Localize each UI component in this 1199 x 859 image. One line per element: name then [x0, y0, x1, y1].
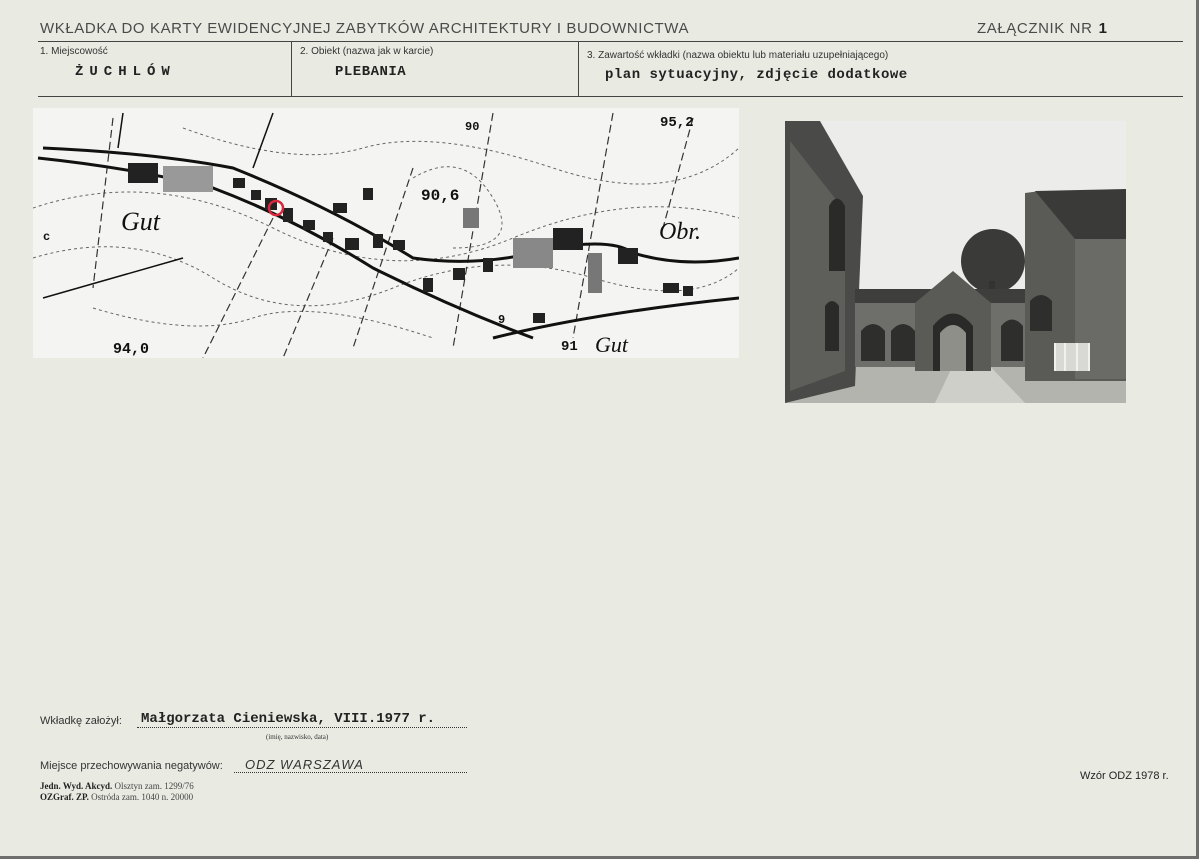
attachment-number-label: ZAŁĄCZNIK NR 1 [977, 20, 1108, 37]
object-label: 2. Obiekt (nazwa jak w karcie) [300, 46, 434, 57]
negatives-value: ODZ WARSZAWA [245, 757, 364, 772]
content-label: 3. Zawartość wkładki (nazwa obiektu lub … [587, 50, 889, 61]
site-plan-map: Gut Obr. Gut 90,6 95,2 94,0 91 90 9 c [33, 108, 739, 358]
locality-label: 1. Miejscowość [40, 46, 108, 57]
attachment-number: 1 [1098, 20, 1108, 37]
locality-value: ŻUCHLÓW [75, 64, 176, 80]
founder-value: Małgorzata Cieniewska, VIII.1977 r. [141, 711, 436, 727]
fields-bottom-rule [38, 96, 1183, 97]
founder-dotted-line [137, 727, 467, 728]
field-divider [291, 41, 292, 96]
content-value: plan sytuacyjny, zdjęcie dodatkowe [605, 67, 908, 83]
map-elevation-90: 90 [465, 120, 479, 134]
map-label-obr: Obr. [659, 219, 701, 245]
record-card: WKŁADKA DO KARTY EWIDENCYJNEJ ZABYTKÓW A… [0, 0, 1199, 859]
attachment-label: ZAŁĄCZNIK NR [977, 20, 1093, 37]
printer-line2-bold: OZGraf. ZP. [40, 792, 89, 802]
negatives-label: Miejsce przechowywania negatywów: [40, 760, 223, 772]
map-elevation-90-6: 90,6 [421, 187, 459, 205]
map-elevation-91: 91 [561, 339, 578, 355]
header-rule [38, 41, 1183, 42]
founder-label: Wkładkę założył: [40, 715, 122, 727]
map-elevation-95-2: 95,2 [660, 115, 694, 131]
printer-imprint: Jedn. Wyd. Akcyd. Olsztyn zam. 1299/76 O… [40, 781, 194, 803]
map-elevation-9: 9 [498, 313, 505, 327]
map-label-gut: Gut [121, 207, 161, 236]
printer-line1: Olsztyn zam. 1299/76 [114, 781, 194, 791]
map-elevation-94-0: 94,0 [113, 341, 149, 358]
founder-hint: (imię, nazwisko, data) [266, 733, 329, 741]
map-label-c: c [43, 230, 50, 244]
printer-line1-bold: Jedn. Wyd. Akcyd. [40, 781, 113, 791]
template-mark: Wzór ODZ 1978 r. [1080, 770, 1169, 782]
printer-line2: Ostróda zam. 1040 n. 20000 [91, 792, 194, 802]
negatives-dotted-line [234, 772, 467, 773]
card-title: WKŁADKA DO KARTY EWIDENCYJNEJ ZABYTKÓW A… [40, 20, 690, 37]
object-value: PLEBANIA [335, 64, 407, 80]
map-label-gut-2: Gut [595, 332, 629, 357]
photograph [785, 121, 1126, 403]
field-divider [578, 41, 579, 96]
